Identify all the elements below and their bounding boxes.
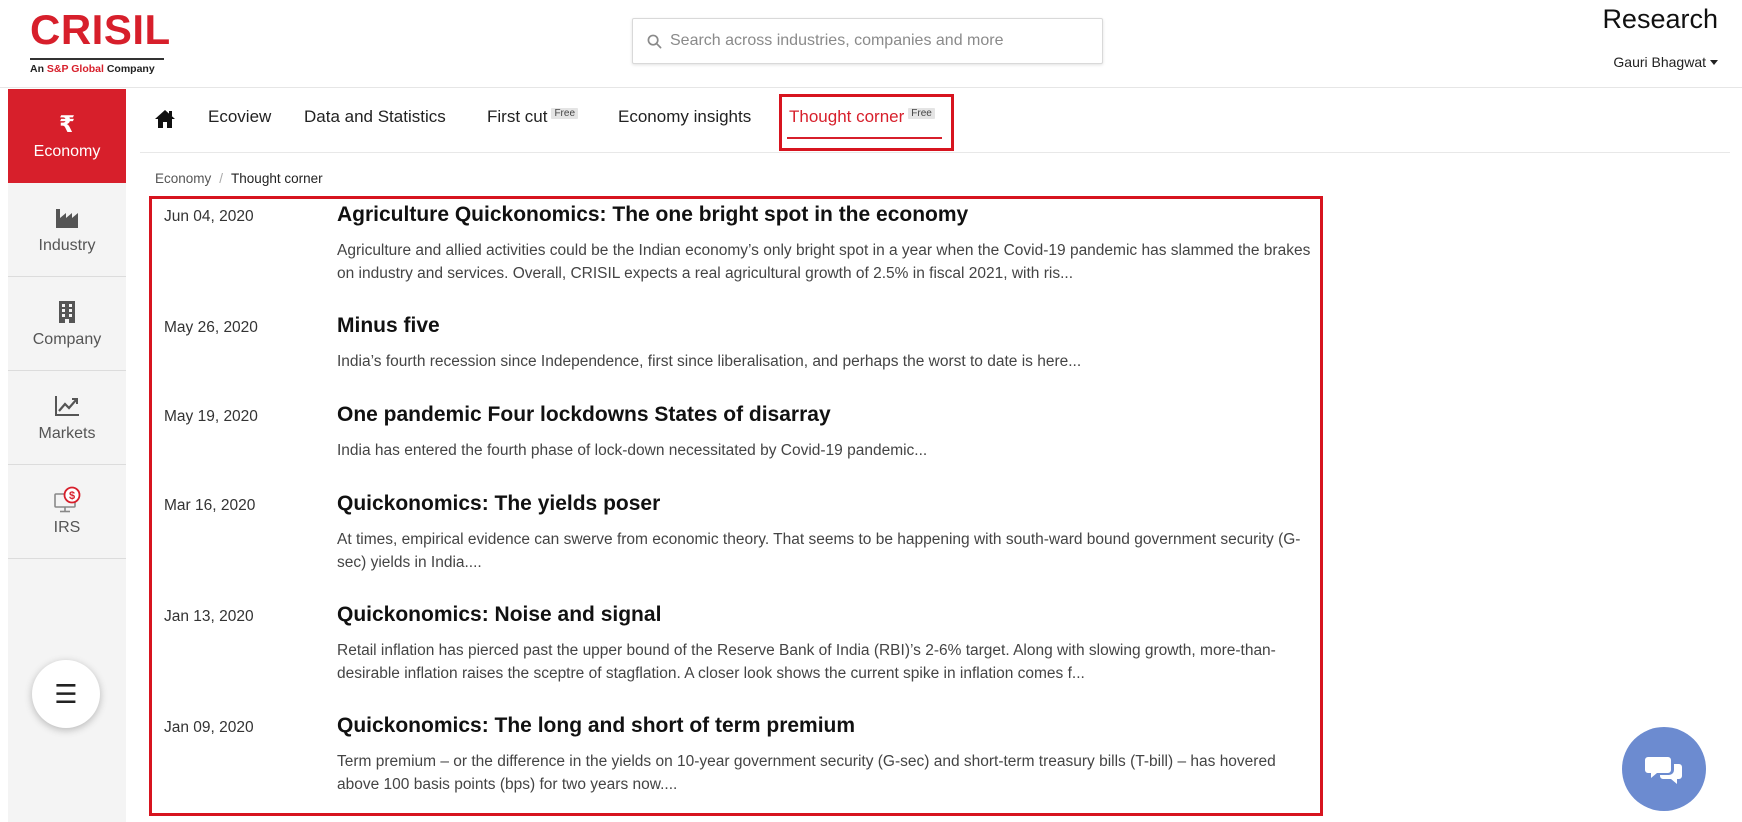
- article-title[interactable]: One pandemic Four lockdowns States of di…: [337, 403, 831, 427]
- user-menu[interactable]: Gauri Bhagwat: [1613, 54, 1718, 70]
- tab-first-cut[interactable]: First cut Free: [487, 107, 579, 127]
- article-date: Mar 16, 2020: [164, 497, 256, 514]
- tab-data-and-statistics[interactable]: Data and Statistics: [304, 107, 446, 127]
- sidebar-item-industry[interactable]: Industry: [8, 183, 126, 277]
- sidebar-item-label: IRS: [53, 518, 81, 536]
- chat-button[interactable]: [1622, 727, 1706, 811]
- article-title[interactable]: Minus five: [337, 314, 440, 338]
- hamburger-icon: ☰: [54, 679, 78, 709]
- svg-text:$: $: [69, 490, 75, 502]
- search-icon: [647, 34, 662, 48]
- user-name: Gauri Bhagwat: [1613, 54, 1706, 70]
- tab-highlight-box: [779, 94, 954, 151]
- line-chart-icon: [54, 393, 80, 419]
- logo-tagline: An S&P Global Company: [30, 63, 155, 75]
- article-date: Jan 13, 2020: [164, 608, 254, 625]
- factory-icon: [55, 205, 79, 231]
- sidebar-item-label: Industry: [38, 236, 96, 254]
- menu-button[interactable]: ☰: [32, 660, 100, 728]
- article-summary: Retail inflation has pierced past the up…: [337, 642, 1276, 682]
- article-summary: India has entered the fourth phase of lo…: [337, 442, 928, 459]
- breadcrumb-current: Thought corner: [231, 171, 323, 186]
- article-summary: India’s fourth recession since Independe…: [337, 353, 1082, 370]
- article-title[interactable]: Quickonomics: The long and short of term…: [337, 714, 855, 738]
- tab-ecoview[interactable]: Ecoview: [208, 107, 271, 127]
- article-summary: Term premium – or the difference in the …: [337, 753, 1276, 793]
- article-date: Jan 09, 2020: [164, 719, 254, 736]
- article-date: Jun 04, 2020: [164, 208, 254, 225]
- building-icon: [58, 299, 76, 325]
- article-date: May 19, 2020: [164, 408, 258, 425]
- logo-rule: [30, 58, 164, 60]
- monitor-dollar-icon: $: [53, 486, 81, 513]
- article-title[interactable]: Quickonomics: Noise and signal: [337, 603, 661, 627]
- free-badge: Free: [551, 108, 579, 119]
- top-header: CRISIL An S&P Global Company Research Ga…: [0, 0, 1742, 88]
- article-summary: At times, empirical evidence can swerve …: [337, 531, 1301, 571]
- sidebar: ₹ Economy Industry Company Markets $ IRS…: [8, 89, 126, 822]
- sidebar-item-label: Company: [32, 330, 102, 348]
- tab-economy-insights[interactable]: Economy insights: [618, 107, 751, 127]
- sidebar-item-economy[interactable]: ₹ Economy: [8, 89, 126, 183]
- article-summary: Agriculture and allied activities could …: [337, 242, 1311, 282]
- article-title[interactable]: Quickonomics: The yields poser: [337, 492, 660, 516]
- article-date: May 26, 2020: [164, 319, 258, 336]
- product-title: Research: [1602, 4, 1718, 34]
- breadcrumb: Economy / Thought corner: [155, 171, 323, 186]
- sidebar-item-company[interactable]: Company: [8, 277, 126, 371]
- search-box[interactable]: [632, 18, 1103, 64]
- rupee-icon: ₹: [58, 111, 75, 137]
- sidebar-item-irs[interactable]: $ IRS: [8, 465, 126, 559]
- chat-icon: [1645, 757, 1682, 784]
- logo-wordmark: CRISIL: [30, 6, 171, 53]
- search-input[interactable]: [670, 32, 1090, 50]
- sidebar-item-label: Economy: [33, 143, 101, 160]
- article-title[interactable]: Agriculture Quickonomics: The one bright…: [337, 203, 968, 227]
- sidebar-item-label: Markets: [38, 424, 96, 442]
- breadcrumb-separator: /: [219, 171, 224, 186]
- sidebar-item-markets[interactable]: Markets: [8, 371, 126, 465]
- caret-down-icon: [1710, 59, 1718, 65]
- breadcrumb-economy[interactable]: Economy: [155, 171, 211, 186]
- crisil-logo[interactable]: CRISIL An S&P Global Company: [30, 8, 170, 78]
- home-icon[interactable]: [154, 109, 176, 134]
